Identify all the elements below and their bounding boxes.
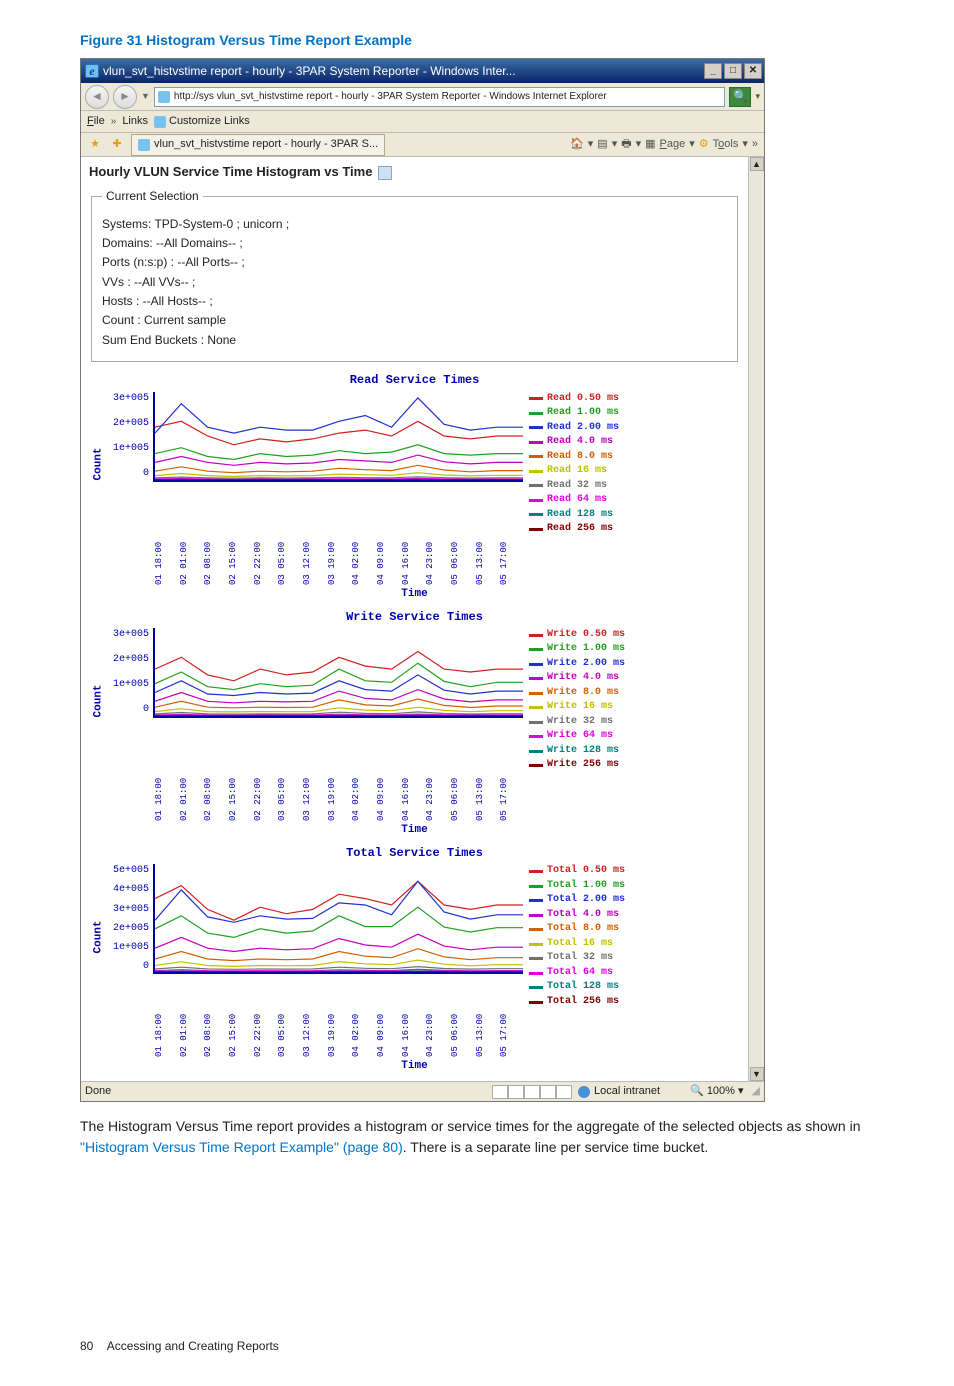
ie-icon: e	[85, 64, 99, 78]
status-done: Done	[85, 1084, 492, 1100]
forward-button[interactable]: ►	[113, 85, 137, 109]
browser-window: e vlun_svt_histvstime report - hourly - …	[80, 58, 765, 1102]
chart-plot	[153, 864, 523, 974]
chart-plot	[153, 628, 523, 718]
ie-icon	[154, 116, 166, 128]
chart-ylabel: Count	[89, 864, 109, 1009]
maximize-button[interactable]: □	[724, 63, 742, 79]
dropdown-icon[interactable]: ▾	[689, 137, 695, 153]
search-icon: 🔍	[733, 88, 748, 105]
chart-total: Total Service Times Count 5e+0054e+0053e…	[89, 845, 740, 1075]
body-text-a: The Histogram Versus Time report provide…	[80, 1118, 860, 1134]
feed-icon[interactable]: ▤	[597, 137, 607, 153]
address-row: ◄ ► ▼ http://sys vlun_svt_histvstime rep…	[81, 83, 764, 111]
window-title: vlun_svt_histvstime report - hourly - 3P…	[103, 63, 704, 80]
address-text: http://sys vlun_svt_histvstime report - …	[174, 90, 607, 105]
status-bar: Done Local intranet 🔍 100% ▾ ◢	[81, 1081, 764, 1101]
page-number: 80	[80, 1339, 93, 1353]
chart-xticks: 01 18:0002 01:0002 08:0002 15:0002 22:00…	[153, 773, 523, 821]
add-favorites-icon[interactable]: ✚	[109, 137, 125, 153]
selection-vvs: VVs : --All VVs-- ;	[102, 274, 727, 291]
chart-read: Read Service Times Count 3e+0052e+0051e+…	[89, 372, 740, 602]
chevron-icon[interactable]: »	[752, 137, 758, 153]
chart-yticks: 3e+0052e+0051e+0050	[109, 628, 153, 718]
ie-icon	[138, 139, 150, 151]
back-button[interactable]: ◄	[85, 85, 109, 109]
selection-ports: Ports (n:s:p) : --All Ports-- ;	[102, 254, 727, 271]
chart-legend: Read 0.50 msRead 1.00 msRead 2.00 msRead…	[523, 392, 653, 537]
selection-domains: Domains: --All Domains-- ;	[102, 235, 727, 252]
report-title: Hourly VLUN Service Time Histogram vs Ti…	[89, 163, 372, 182]
chart-legend: Total 0.50 msTotal 1.00 msTotal 2.00 msT…	[523, 864, 653, 1009]
chart-yticks: 3e+0052e+0051e+0050	[109, 392, 153, 482]
zoom-level[interactable]: 🔍 100% ▾	[690, 1084, 743, 1100]
minimize-button[interactable]: _	[704, 63, 722, 79]
resize-grip-icon[interactable]: ◢	[752, 1084, 760, 1100]
page-icon	[158, 91, 170, 103]
vertical-scrollbar[interactable]: ▲ ▼	[748, 157, 764, 1081]
chart-ylabel: Count	[89, 628, 109, 773]
figure-ref-link[interactable]: "Histogram Versus Time Report Example" (…	[80, 1139, 403, 1155]
favorites-icon[interactable]: ★	[87, 137, 103, 153]
chart-xlabel: Time	[89, 587, 740, 603]
print-icon[interactable]: 🖶	[621, 137, 631, 153]
scroll-up-icon[interactable]: ▲	[750, 157, 764, 171]
body-text-b: . There is a separate line per service t…	[403, 1139, 709, 1155]
page-content: Hourly VLUN Service Time Histogram vs Ti…	[81, 157, 748, 1081]
tools-menu[interactable]: Tools	[713, 137, 739, 153]
figure-caption: Figure 31 Histogram Versus Time Report E…	[80, 30, 874, 50]
current-selection-group: Current Selection Systems: TPD-System-0 …	[91, 188, 738, 362]
chart-write-title: Write Service Times	[89, 609, 740, 626]
close-button[interactable]: ✕	[744, 63, 762, 79]
file-menu[interactable]: File	[87, 114, 105, 130]
current-selection-legend: Current Selection	[102, 188, 203, 205]
intranet-icon	[578, 1086, 590, 1098]
page-menu[interactable]: Page	[660, 137, 686, 153]
address-input[interactable]: http://sys vlun_svt_histvstime report - …	[154, 87, 726, 107]
titlebar: e vlun_svt_histvstime report - hourly - …	[81, 59, 764, 83]
chart-legend: Write 0.50 msWrite 1.00 msWrite 2.00 msW…	[523, 628, 653, 773]
chart-xlabel: Time	[89, 1059, 740, 1075]
chevron-icon[interactable]: »	[111, 115, 117, 130]
dropdown-icon[interactable]: ▾	[588, 137, 594, 153]
selection-hosts: Hosts : --All Hosts-- ;	[102, 293, 727, 310]
selection-count: Count : Current sample	[102, 312, 727, 329]
customize-links-button[interactable]: Customize Links	[154, 114, 250, 130]
dropdown-icon[interactable]: ▼	[141, 90, 150, 103]
document-icon[interactable]	[378, 166, 392, 180]
page-footer: 80 Accessing and Creating Reports	[80, 1338, 874, 1355]
selection-sum-end: Sum End Buckets : None	[102, 332, 727, 349]
selection-systems: Systems: TPD-System-0 ; unicorn ;	[102, 216, 727, 233]
customize-links-label: Customize Links	[169, 114, 250, 130]
report-title-row: Hourly VLUN Service Time Histogram vs Ti…	[89, 163, 740, 182]
browser-tab[interactable]: vlun_svt_histvstime report - hourly - 3P…	[131, 134, 385, 156]
dropdown-icon[interactable]: ▾	[612, 137, 618, 153]
chart-total-title: Total Service Times	[89, 845, 740, 862]
chart-write: Write Service Times Count 3e+0052e+0051e…	[89, 609, 740, 839]
tabs-toolbar: ★ ✚ vlun_svt_histvstime report - hourly …	[81, 133, 764, 157]
body-paragraph: The Histogram Versus Time report provide…	[80, 1116, 874, 1158]
chart-yticks: 5e+0054e+0053e+0052e+0051e+0050	[109, 864, 153, 974]
page-menu-icon[interactable]: ▦	[645, 137, 655, 153]
intranet-label: Local intranet	[594, 1084, 660, 1100]
tools-icon[interactable]: ⚙	[699, 137, 709, 153]
chart-xlabel: Time	[89, 823, 740, 839]
section-title: Accessing and Creating Reports	[107, 1339, 279, 1353]
dropdown-icon[interactable]: ▾	[742, 137, 748, 153]
chart-xticks: 01 18:0002 01:0002 08:0002 15:0002 22:00…	[153, 1009, 523, 1057]
chart-plot	[153, 392, 523, 482]
go-button[interactable]: 🔍	[729, 87, 751, 107]
scroll-down-icon[interactable]: ▼	[750, 1067, 764, 1081]
go-dropdown-icon[interactable]: ▾	[755, 90, 760, 103]
links-label: Links	[122, 114, 148, 130]
dropdown-icon[interactable]: ▾	[636, 137, 642, 153]
links-toolbar: File » Links Customize Links	[81, 111, 764, 133]
zone-indicator[interactable]: Local intranet	[578, 1084, 660, 1100]
tab-title: vlun_svt_histvstime report - hourly - 3P…	[154, 137, 378, 153]
chart-xticks: 01 18:0002 01:0002 08:0002 15:0002 22:00…	[153, 537, 523, 585]
chart-ylabel: Count	[89, 392, 109, 537]
chart-read-title: Read Service Times	[89, 372, 740, 389]
status-segments	[492, 1085, 572, 1099]
home-icon[interactable]: 🏠	[570, 137, 584, 153]
